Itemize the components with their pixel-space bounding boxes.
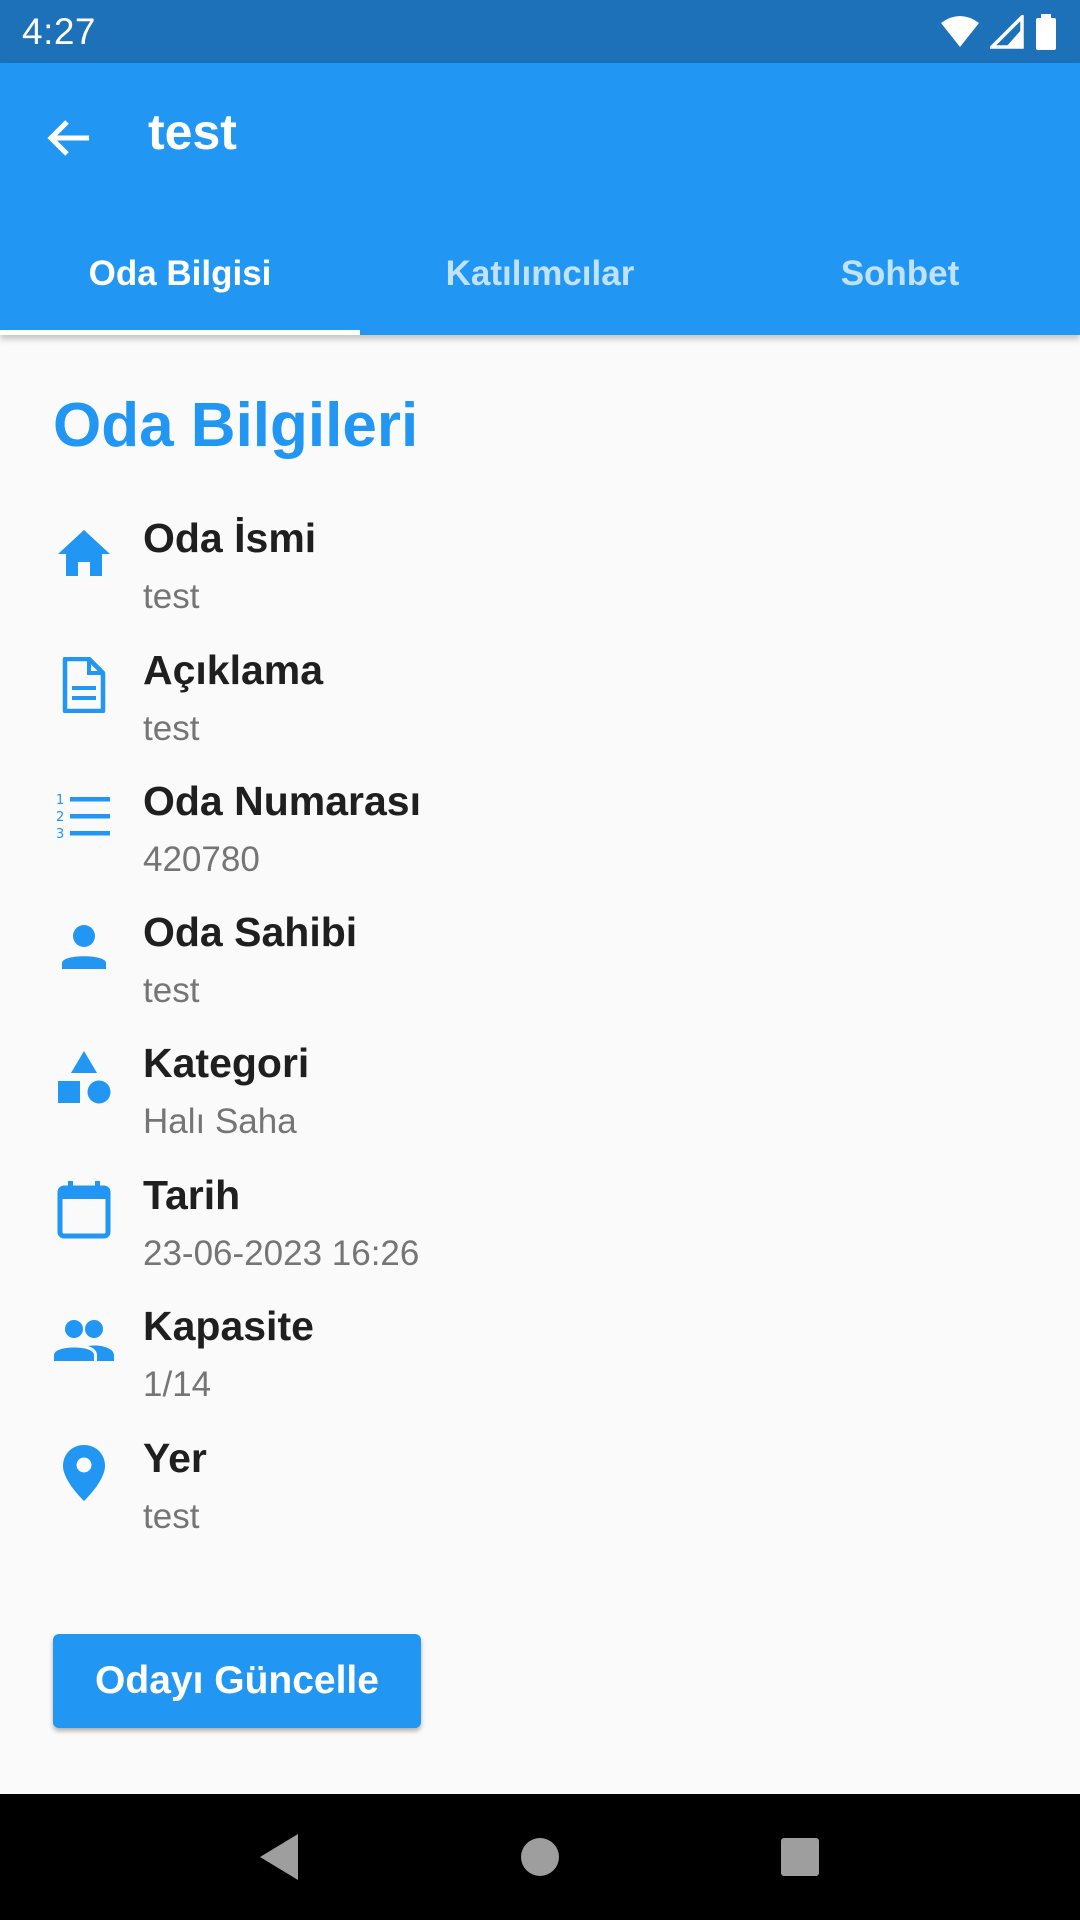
system-nav-bar xyxy=(0,1794,1080,1920)
tab-indicator xyxy=(0,330,360,335)
info-row-room-owner: Oda Sahibi test xyxy=(0,909,1080,1040)
app-bar: test Oda Bilgisi Katılımcılar Sohbet xyxy=(0,63,1080,335)
back-button[interactable] xyxy=(36,105,102,171)
people-icon xyxy=(54,1311,114,1371)
info-value: test xyxy=(143,971,200,1010)
info-value: 1/14 xyxy=(143,1365,212,1404)
category-icon xyxy=(54,1048,114,1108)
info-row-category: Kategori Halı Saha xyxy=(0,1040,1080,1171)
location-pin-icon xyxy=(54,1443,114,1503)
document-icon xyxy=(54,655,114,715)
info-row-location: Yer test xyxy=(0,1435,1080,1566)
page-title: test xyxy=(148,104,237,160)
person-icon xyxy=(54,917,114,977)
nav-recents-icon xyxy=(781,1838,819,1876)
status-time: 4:27 xyxy=(22,10,97,52)
info-row-room-name: Oda İsmi test xyxy=(0,515,1080,646)
info-row-capacity: Kapasite 1/14 xyxy=(0,1303,1080,1434)
nav-recents-button[interactable] xyxy=(765,1822,835,1892)
status-icons xyxy=(940,13,1058,50)
tab-label: Oda Bilgisi xyxy=(88,254,272,293)
tab-label: Sohbet xyxy=(840,254,960,293)
update-room-button[interactable]: Odayı Güncelle xyxy=(53,1634,421,1728)
info-label: Yer xyxy=(143,1435,207,1481)
nav-back-icon xyxy=(260,1834,298,1880)
screen: 4:27 test Oda Bilgisi Katılımcılar Sohbe… xyxy=(0,0,1080,1920)
tab-katilimcilar[interactable]: Katılımcılar xyxy=(360,213,720,335)
info-row-date: Tarih 23-06-2023 16:26 xyxy=(0,1172,1080,1303)
nav-back-button[interactable] xyxy=(245,1822,315,1892)
tab-sohbet[interactable]: Sohbet xyxy=(720,213,1080,335)
info-label: Kapasite xyxy=(143,1303,314,1349)
toolbar: test xyxy=(0,63,1080,213)
info-label: Oda Numarası xyxy=(143,778,421,824)
info-row-description: Açıklama test xyxy=(0,647,1080,778)
status-bar: 4:27 xyxy=(0,0,1080,63)
info-label: Oda Sahibi xyxy=(143,909,358,955)
info-value: test xyxy=(143,1497,200,1536)
tab-label: Katılımcılar xyxy=(445,254,635,293)
info-label: Açıklama xyxy=(143,647,324,693)
svg-text:2: 2 xyxy=(56,810,64,825)
battery-icon xyxy=(1036,13,1056,50)
info-row-room-number: 1 2 3 Oda Numarası 420780 xyxy=(0,778,1080,909)
numbered-list-icon: 1 2 3 xyxy=(54,786,114,846)
svg-text:3: 3 xyxy=(56,827,64,840)
section-title: Oda Bilgileri xyxy=(53,391,419,460)
nav-home-icon xyxy=(521,1838,559,1876)
svg-text:1: 1 xyxy=(56,793,64,808)
home-icon xyxy=(54,523,114,583)
cell-signal-icon xyxy=(990,14,1024,49)
nav-home-button[interactable] xyxy=(505,1822,575,1892)
info-label: Kategori xyxy=(143,1040,310,1086)
calendar-icon xyxy=(54,1180,114,1240)
wifi-icon xyxy=(941,15,979,47)
arrow-back-icon xyxy=(47,120,89,156)
info-label: Tarih xyxy=(143,1172,241,1218)
info-value: test xyxy=(143,709,200,748)
tab-oda-bilgisi[interactable]: Oda Bilgisi xyxy=(0,213,360,335)
info-value: 420780 xyxy=(143,840,260,879)
tab-bar: Oda Bilgisi Katılımcılar Sohbet xyxy=(0,213,1080,335)
info-label: Oda İsmi xyxy=(143,515,317,561)
info-value: test xyxy=(143,577,200,616)
info-value: 23-06-2023 16:26 xyxy=(143,1234,420,1273)
info-value: Halı Saha xyxy=(143,1102,297,1141)
